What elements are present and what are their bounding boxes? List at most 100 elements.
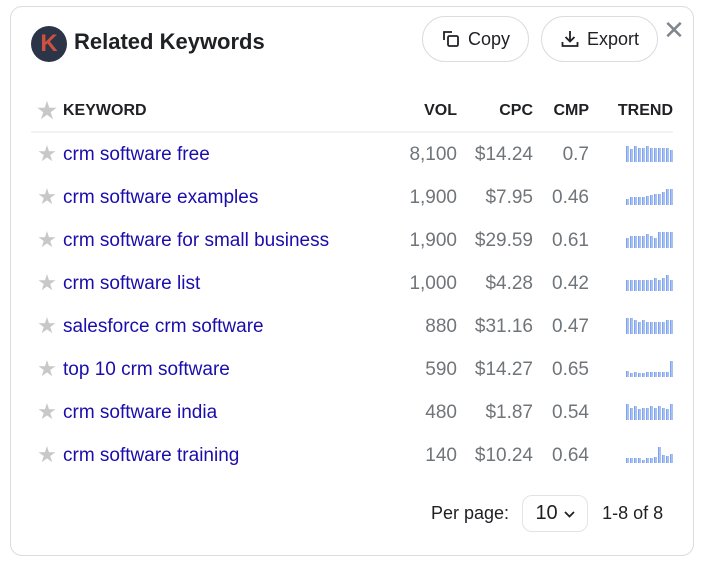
trend-bar [642,148,645,163]
trend-bar [626,280,629,292]
trend-bar [650,195,653,206]
per-page-select[interactable]: 10 [522,495,589,532]
trend-bar [654,372,657,378]
trend-bar [658,280,661,292]
trend-bar [658,322,661,335]
cpc-cell: $1.87 [485,401,533,423]
star-cell: ★ [31,176,63,219]
trend-bar [630,373,633,378]
trend-sparkline [626,189,673,206]
trend-bar [650,372,653,378]
trend-bar [646,280,649,292]
trend-bar [670,189,673,206]
volume-cell: 480 [425,401,457,423]
star-icon[interactable]: ★ [37,313,57,338]
trend-bar [634,280,637,292]
trend-bar [630,236,633,249]
trend-cell [589,176,673,219]
cpc-cell: $14.27 [474,358,533,380]
trend-sparkline [626,318,673,335]
keyword-link[interactable]: crm software india [63,402,217,423]
trend-bar [658,447,661,464]
trend-bar [662,148,665,163]
app-logo: K [31,26,67,62]
table-row: ★ crm software examples 1,900 $7.95 0.46 [31,176,673,219]
trend-bar [654,278,657,292]
star-icon[interactable]: ★ [37,399,57,424]
competition-cell: 0.7 [562,143,589,165]
trend-bar [626,404,629,421]
keyword-link[interactable]: crm software training [63,445,239,466]
keyword-link[interactable]: crm software free [63,144,210,165]
trend-bar [670,404,673,421]
keyword-cell: crm software training [63,434,377,477]
column-header-keyword[interactable]: KEYWORD [63,91,377,133]
trend-bar [658,232,661,249]
close-icon[interactable]: ✕ [663,17,685,43]
table-header-row: ★ KEYWORD VOL CPC CMP TREND [31,91,673,133]
copy-button[interactable]: Copy [422,16,529,62]
trend-bar [626,458,629,464]
trend-bar [630,408,633,421]
trend-bar [650,236,653,249]
star-icon[interactable]: ★ [37,184,57,209]
trend-bar [638,236,641,249]
volume-cell: 8,100 [409,143,457,165]
star-icon[interactable]: ★ [37,270,57,295]
trend-cell [589,262,673,305]
trend-bar [634,320,637,335]
cpc-cell: $7.95 [485,186,533,208]
trend-bar [650,280,653,292]
trend-sparkline [626,275,673,292]
trend-bar [650,148,653,163]
keyword-link[interactable]: top 10 crm software [63,359,230,380]
export-button[interactable]: Export [541,16,658,62]
star-icon[interactable]: ★ [37,98,57,123]
copy-label: Copy [467,28,511,49]
table-body: ★ crm software free 8,100 $14.24 0.7 ★ c… [31,133,673,477]
star-icon[interactable]: ★ [37,141,57,166]
trend-bar [670,454,673,464]
volume-cell: 1,900 [409,229,457,251]
column-header-vol[interactable]: VOL [377,91,457,133]
trend-bar [642,197,645,206]
keyword-link[interactable]: salesforce crm software [63,316,264,337]
trend-bar [666,232,669,249]
keyword-cell: crm software india [63,391,377,434]
competition-cell: 0.54 [552,401,589,423]
column-header-cmp[interactable]: CMP [533,91,589,133]
trend-bar [626,318,629,335]
trend-bar [642,280,645,292]
trend-bar [634,372,637,378]
panel-title: Related Keywords [74,29,265,54]
trend-sparkline [626,146,673,163]
competition-cell: 0.47 [552,315,589,337]
keyword-link[interactable]: crm software examples [63,187,258,208]
cpc-cell: $29.59 [474,229,533,251]
trend-bar [642,373,645,378]
trend-bar [670,150,673,163]
trend-bar [642,236,645,249]
star-icon[interactable]: ★ [37,442,57,467]
per-page-label: Per page: [431,503,510,523]
column-header-trend: TREND [589,91,673,133]
table-row: ★ salesforce crm software 880 $31.16 0.4… [31,305,673,348]
table-row: ★ crm software training 140 $10.24 0.64 [31,434,673,477]
copy-icon [441,29,461,49]
keyword-link[interactable]: crm software list [63,273,200,294]
trend-bar [662,408,665,421]
star-cell: ★ [31,348,63,391]
volume-cell: 880 [425,315,457,337]
trend-cell [589,305,673,348]
column-header-cpc[interactable]: CPC [457,91,533,133]
trend-bar [626,238,629,249]
keyword-link[interactable]: crm software for small business [63,230,329,251]
trend-bar [670,280,673,292]
trend-bar [654,148,657,163]
star-icon[interactable]: ★ [37,356,57,381]
trend-bar [670,232,673,249]
star-icon[interactable]: ★ [37,227,57,252]
trend-bar [642,460,645,464]
trend-bar [654,408,657,421]
trend-bar [634,458,637,464]
